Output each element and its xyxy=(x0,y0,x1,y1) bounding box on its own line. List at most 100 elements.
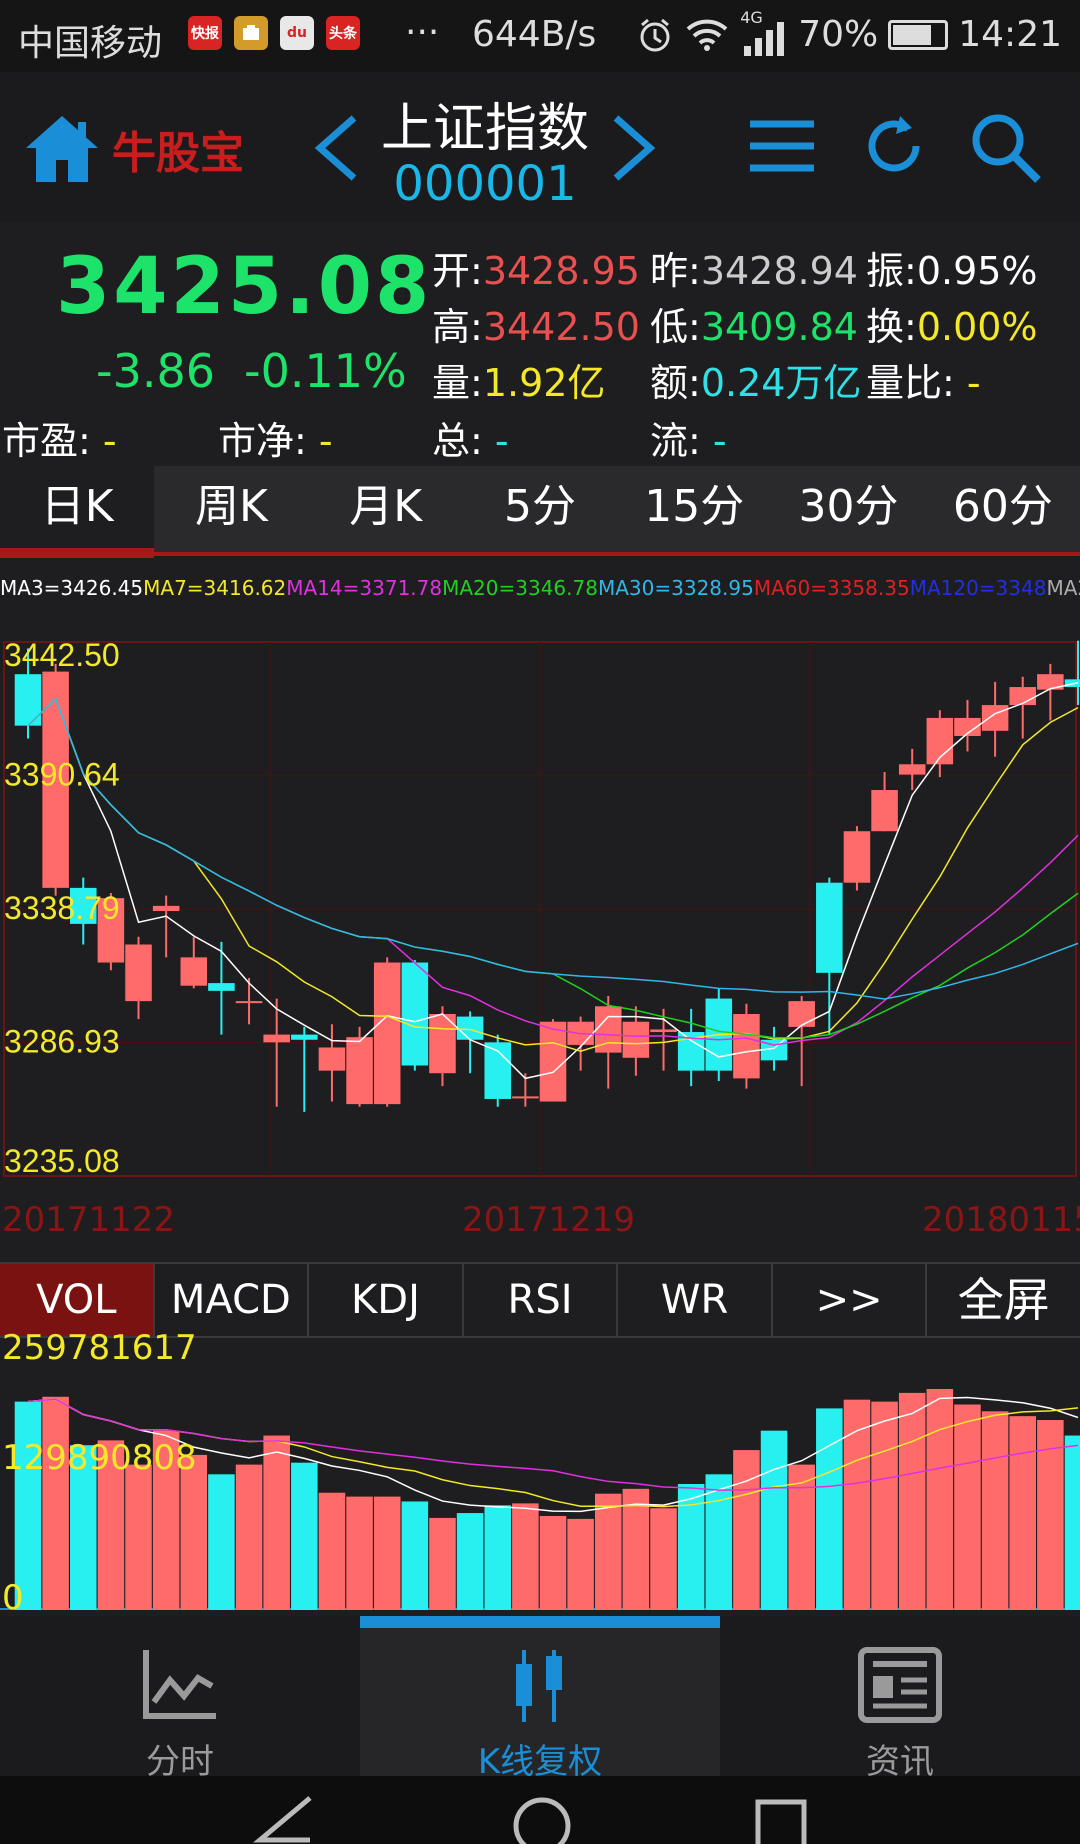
y-axis-label: 3390.64 xyxy=(4,757,120,793)
date-label-mid: 20171219 xyxy=(462,1200,636,1240)
candle-body xyxy=(871,790,898,832)
high-label: 高: xyxy=(432,305,483,349)
fullscreen-button[interactable]: 全屏 xyxy=(927,1264,1080,1336)
volume-bar xyxy=(235,1464,263,1610)
indicator-tabs: VOL MACD KDJ RSI WR >> 全屏 xyxy=(0,1262,1080,1338)
ma60-label: MA60=3358.35 xyxy=(753,576,910,600)
y-axis-label: 3235.08 xyxy=(4,1143,120,1179)
tab-wr[interactable]: WR xyxy=(618,1264,773,1336)
tab-15min[interactable]: 15分 xyxy=(617,466,771,552)
candle-body xyxy=(125,944,152,1002)
nav-kline[interactable]: K线复权 xyxy=(360,1616,720,1782)
date-label-end: 20180115 xyxy=(922,1200,1080,1240)
alarm-icon xyxy=(640,18,670,51)
home-icon[interactable] xyxy=(22,112,102,186)
float-cap-stat: 流: - xyxy=(650,410,727,465)
tab-kdj[interactable]: KDJ xyxy=(309,1264,464,1336)
tab-5min[interactable]: 5分 xyxy=(463,466,617,552)
search-icon[interactable] xyxy=(968,110,1044,186)
candle-body xyxy=(180,957,208,986)
volume-bar xyxy=(512,1503,539,1610)
low-value: 3409.84 xyxy=(700,305,858,349)
amp-value: 0.95% xyxy=(916,249,1038,293)
amount-stat: 额:0.24万亿 xyxy=(650,352,861,407)
tab-vol[interactable]: VOL xyxy=(0,1264,155,1336)
volume-bar xyxy=(346,1496,373,1610)
high-value: 3442.50 xyxy=(482,305,640,349)
tab-macd[interactable]: MACD xyxy=(155,1264,310,1336)
pb-label: 市净: xyxy=(218,419,307,463)
candle-body xyxy=(291,1034,318,1040)
candlestick-chart[interactable]: 3442.50 3390.64 3338.79 3286.93 3235.08 xyxy=(0,624,1080,1194)
tab-more[interactable]: >> xyxy=(773,1264,928,1336)
candle-body xyxy=(14,674,42,726)
recent-apps-icon[interactable] xyxy=(752,1794,812,1844)
volume-bar xyxy=(733,1450,760,1610)
tab-weekly-k[interactable]: 周K xyxy=(154,466,308,552)
status-right: 4G 70% 14:21 xyxy=(636,8,1062,56)
ma14-label: MA14=3371.78 xyxy=(286,576,443,600)
ma120-label: MA120=3348 xyxy=(909,576,1047,600)
nav-intraday[interactable]: 分时 xyxy=(0,1616,360,1782)
nav-news[interactable]: 资讯 xyxy=(720,1616,1080,1782)
volume-bar xyxy=(760,1430,788,1610)
line-chart-icon xyxy=(143,1650,216,1719)
pe-value: - xyxy=(90,419,117,463)
stock-title: 上证指数 xyxy=(380,99,589,159)
next-stock-icon[interactable] xyxy=(608,112,660,184)
float-label: 流: xyxy=(650,419,701,463)
ma7-label: MA7=3416.62 xyxy=(143,576,287,600)
candle-body xyxy=(981,705,1009,731)
tab-30min[interactable]: 30分 xyxy=(771,466,925,552)
volume-bar xyxy=(898,1392,926,1610)
app-logo[interactable]: 牛股宝 xyxy=(22,112,244,186)
back-icon[interactable] xyxy=(250,1794,320,1844)
tab-monthly-k[interactable]: 月K xyxy=(309,466,463,552)
logo-text: 牛股宝 xyxy=(112,128,244,179)
tab-daily-k[interactable]: 日K xyxy=(0,466,155,558)
high-stat: 高:3442.50 xyxy=(432,296,640,351)
volume-bar xyxy=(567,1518,594,1610)
home-nav-icon[interactable] xyxy=(512,1794,572,1844)
candle-body xyxy=(512,1096,539,1099)
prev-stock-icon[interactable] xyxy=(310,112,362,184)
app-root: 中国移动 快报 du 头条 ··· 644B/s 4G 70% 14:21 牛股… xyxy=(0,0,1080,1844)
battery-percent: 70% xyxy=(798,14,879,55)
system-nav-bar xyxy=(0,1776,1080,1844)
volume-bar xyxy=(208,1474,235,1610)
tab-60min[interactable]: 60分 xyxy=(926,466,1080,552)
y-axis-label: 3338.79 xyxy=(4,890,120,926)
volume-bar xyxy=(816,1408,843,1610)
open-label: 开: xyxy=(432,249,483,293)
app-header: 牛股宝 上证指数 000001 xyxy=(0,72,1080,222)
candle-body xyxy=(401,962,429,1066)
candle-body xyxy=(898,764,926,775)
menu-icon[interactable] xyxy=(746,110,818,182)
tab-rsi[interactable]: RSI xyxy=(464,1264,619,1336)
volume-bar xyxy=(125,1464,152,1610)
volume-bar xyxy=(484,1505,511,1610)
amplitude-stat: 振:0.95% xyxy=(866,240,1038,295)
volume-bar xyxy=(539,1515,567,1610)
bottom-navigation: 分时 K线复权 资讯 xyxy=(0,1616,1080,1782)
candle-body xyxy=(263,1034,290,1043)
candle-body xyxy=(456,1016,484,1040)
pe-stat: 市盈: - xyxy=(2,410,117,465)
total-cap-stat: 总: - xyxy=(432,410,509,465)
period-tabs: 日K 周K 月K 5分 15分 30分 60分 xyxy=(0,466,1080,558)
refresh-icon[interactable] xyxy=(858,110,930,182)
turnover-value: 0.00% xyxy=(916,305,1038,349)
open-value: 3428.95 xyxy=(482,249,640,293)
date-label-start: 20171122 xyxy=(2,1200,176,1240)
candle-body xyxy=(788,1001,815,1027)
tab-divider xyxy=(0,552,1080,556)
carrier-label: 中国移动 xyxy=(18,23,163,64)
candle-body xyxy=(733,1014,760,1079)
open-stat: 开:3428.95 xyxy=(432,240,640,295)
volume-bar xyxy=(318,1492,346,1610)
candle-body xyxy=(539,1021,567,1102)
ma20-line xyxy=(27,697,1079,1039)
volume-value: 1.92亿 xyxy=(482,361,606,405)
prev-value: 3428.94 xyxy=(700,249,858,293)
volume-bar xyxy=(595,1493,622,1610)
